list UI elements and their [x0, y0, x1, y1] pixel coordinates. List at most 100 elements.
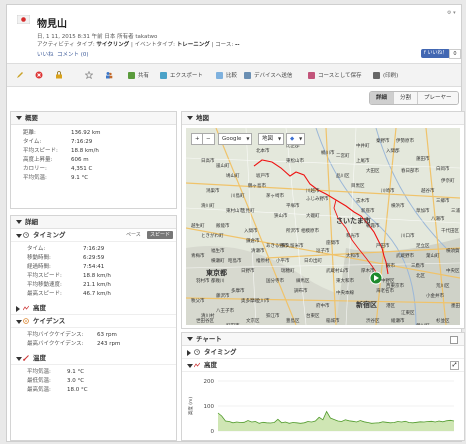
people-button[interactable] [105, 69, 113, 81]
print-label: (印刷) [383, 73, 399, 79]
stat-value: 243 rpm [97, 341, 121, 347]
map-place-label: 瑞穂町 [281, 269, 295, 274]
pencil-icon [17, 72, 23, 78]
map-place-label: 愛川町 [416, 323, 430, 325]
map-place-label: 日野市 [241, 269, 255, 274]
social-links: いいね コメント (0) [37, 50, 89, 58]
map-place-label: 八潮市 [431, 217, 445, 222]
timing-title: タイミング [33, 231, 66, 239]
send-to-device-label: デバイスへ送信 [254, 73, 293, 79]
corner-icon[interactable]: ⚙ ▾ [447, 10, 456, 16]
tab-player[interactable]: プレーヤー [417, 92, 458, 104]
export-label: エクスポート [170, 73, 203, 79]
chart-elevation-header[interactable]: 高度 ⤢ [182, 359, 464, 372]
map-view[interactable]: 坂戸市 鶴ヶ島市 川越市 ふじみ野市 さいたま市 所沢市 狭山市 入間市 飯能市 朝霞市 東京都 八王… [186, 128, 460, 325]
lock-button[interactable] [55, 69, 63, 81]
stat-label: 平均気温: [23, 175, 47, 181]
map-place-label: 葉山町 [426, 254, 440, 259]
chart-timing-header[interactable]: タイミング [182, 346, 464, 359]
chart-elevation-title: 高度 [204, 361, 217, 369]
details-header[interactable]: 詳細 [11, 216, 176, 229]
map-place-label: 嵐山町 [216, 164, 230, 169]
stat-value: 4,351 C [71, 166, 93, 172]
details-panel: 詳細 タイミング ペース スピード タイム: 7:16:29 移動時間: 6:29:5… [10, 215, 177, 441]
map-place-label: 二宮町 [336, 154, 350, 159]
delete-button[interactable] [35, 69, 43, 81]
map-place-label: 桶川市 [321, 151, 335, 156]
map-place-label: 逗子市 [316, 249, 330, 254]
map-place-label: 東松山市 [286, 159, 304, 164]
chart-panel: チャート タイミング 高度 ⤢ 200 100 0 高度 (m) [181, 332, 465, 441]
map-place-label: 日の出町 [304, 259, 322, 264]
print-button[interactable]: (印刷) [373, 69, 398, 81]
facebook-like-button[interactable]: f いいね！ [421, 49, 451, 58]
temperature-section-header[interactable]: 温度 [11, 352, 176, 365]
map-place-label: 町田市 [226, 323, 240, 325]
map-place-label: 綾瀬市 [391, 319, 405, 324]
map-place-label: 豊島区 [286, 319, 300, 324]
map-place-label: 港区 [386, 304, 395, 309]
share-button[interactable]: 共有 [128, 69, 149, 81]
save-as-course-label: コースとして保存 [318, 73, 362, 79]
chart-checkbox[interactable] [450, 336, 458, 344]
like-link[interactable]: いいね [37, 52, 54, 58]
map-place-label: 伊勢原市 [396, 139, 414, 144]
cadence-title: ケイデンス [33, 317, 66, 325]
map-place-label: 小金井市 [426, 294, 444, 299]
map-place-label: 鶴ヶ島市 [248, 184, 266, 189]
map-place-label: 清瀬市 [251, 249, 265, 254]
map-type-label: 地図 [262, 136, 274, 142]
stat-value: 7:54:41 [83, 264, 105, 270]
stat-row: 平均バイクケイデンス: 63 rpm [27, 331, 176, 340]
elevation-chart: 200 100 0 高度 (m) [187, 379, 455, 435]
event-type-prefix: | イベントタイプ: [129, 42, 177, 48]
map-place-label: 滑川町 [201, 204, 215, 209]
stat-label: タイム: [23, 139, 42, 145]
map-place-label: 越谷市 [421, 189, 435, 194]
map-place-label: 越生町 [191, 224, 205, 229]
map-place-label: 羽村市 [196, 279, 210, 284]
map-type-select[interactable]: 地図 ▼ [258, 133, 285, 145]
comment-link[interactable]: コメント [57, 52, 79, 58]
map-provider-select[interactable]: Google ▼ [218, 133, 253, 145]
map-place-label: 中央本線 [336, 291, 354, 296]
activity-toolbar: 共有 エクスポート 比較 デバイスへ送信 コースとして保存 (印刷) [7, 63, 461, 87]
tab-details[interactable]: 詳細 [370, 92, 394, 104]
stat-row: タイム: 7:16:29 [23, 138, 176, 147]
timing-section-header[interactable]: タイミング ペース スピード [11, 229, 176, 242]
send-to-device-button[interactable]: デバイスへ送信 [244, 69, 292, 81]
speed-toggle[interactable]: スピード [147, 231, 174, 239]
map-place-label: 稲城市 [326, 319, 340, 324]
collapse-triangle-icon [16, 320, 22, 324]
cadence-section-header[interactable]: ケイデンス [11, 315, 176, 328]
pace-toggle[interactable]: ペース [126, 229, 141, 241]
expand-chart-icon[interactable]: ⤢ [450, 361, 459, 370]
export-button[interactable]: エクスポート [160, 69, 203, 81]
stat-row: 平均気温: 9.1 °C [27, 368, 176, 377]
map-place-label: 鳩山町 [226, 174, 240, 179]
compare-icon [216, 71, 223, 79]
map-place-label: 吉見町 [241, 209, 255, 214]
map-place-label: 蓮田市 [416, 157, 430, 162]
event-type[interactable]: トレーニング [177, 42, 210, 48]
stat-label: 平均気温: [27, 369, 51, 375]
activity-type[interactable]: サイクリング [96, 42, 129, 48]
chart-header[interactable]: チャート [182, 333, 464, 346]
map-layers-select[interactable]: ◆ ▼ [286, 133, 306, 145]
elevation-section-header[interactable]: 高度 [11, 302, 176, 315]
zoom-out-button[interactable]: − [202, 133, 215, 145]
favorite-button[interactable] [85, 69, 93, 81]
compare-button[interactable]: 比較 [216, 69, 237, 81]
save-as-course-button[interactable]: コースとして保存 [308, 69, 362, 81]
activity-page: ⚙ ▾ 物見山 日, 1 11, 2015 8:31 午前 日本 所有者 tak… [6, 4, 465, 442]
device-icon [244, 71, 251, 79]
y-tick-label: 200 [204, 379, 215, 385]
map-place-label: 国分寺市 [266, 279, 284, 284]
tab-splits[interactable]: 分割 [393, 92, 418, 104]
summary-header[interactable]: 概要 [11, 112, 176, 125]
map-place-label: ふじみ野市 [306, 197, 329, 202]
collapse-triangle-icon [16, 357, 22, 361]
map-place-label: 狭山市 [274, 214, 288, 219]
map-header[interactable]: 地図 [182, 112, 464, 125]
edit-button[interactable] [16, 69, 24, 81]
